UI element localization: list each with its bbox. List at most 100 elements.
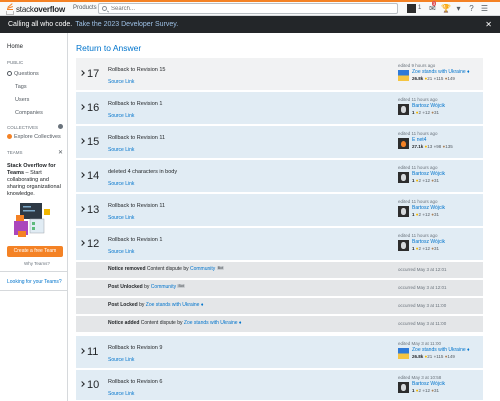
revision-row[interactable]: 13 Rollback to Revision 11 Source Link e… [76,194,483,226]
revision-row[interactable]: 11 Rollback to Revision 9 Source Link ed… [76,336,483,368]
user-avatar[interactable] [398,70,409,81]
revision-row[interactable]: 16 Rollback to Revision 1 Source Link ed… [76,92,483,124]
chevron-right-icon[interactable] [79,381,85,387]
link-link[interactable]: Link [125,215,134,221]
info-icon[interactable] [58,124,63,129]
chevron-right-icon[interactable] [79,240,85,246]
user-name[interactable]: Community [190,266,215,272]
review-icon[interactable]: ▾ [454,4,463,13]
user-name[interactable]: E net4 [412,137,426,143]
user-avatar[interactable] [398,240,409,251]
user-card: edited 9 hours ago Zoe stands with Ukrai… [398,63,480,81]
bot-badge: Bot [216,266,224,270]
link-link[interactable]: Link [125,147,134,153]
link-link[interactable]: Link [125,113,134,119]
link-link[interactable]: Link [125,181,134,187]
revision-number: 13 [87,204,100,216]
user-avatar[interactable] [398,138,409,149]
sidebar-heading-public: PUBLIC [7,60,24,65]
user-avatar[interactable] [407,4,416,13]
revision-number: 17 [87,68,100,80]
globe-icon [7,71,12,76]
sidebar-heading-collectives: COLLECTIVES [7,125,39,130]
user-card: edited 11 hours ago Bartosz Wójcik 1 ●2 … [398,97,480,115]
user-name[interactable]: Bartosz Wójcik [412,171,445,177]
user-avatar[interactable] [398,172,409,183]
user-avatar[interactable] [398,348,409,359]
user-name[interactable]: Zoe stands with Ukraine ♦ [184,320,242,326]
survey-link[interactable]: Take the 2023 Developer Survey. [75,21,178,28]
why-teams-link[interactable]: Why Teams? [24,261,50,266]
sidebar-item-tags[interactable]: Tags [15,84,27,90]
revision-links: Source Link [108,79,134,85]
source-link[interactable]: Source [108,215,124,221]
inbox-icon[interactable]: ✉ 3 [428,1,437,13]
sidebar-item-questions[interactable]: Questions [7,71,39,77]
notice-time: occurred May 3 at 12:01 [398,267,447,272]
close-icon[interactable]: ✕ [58,149,63,156]
user-name[interactable]: Bartosz Wójcik [412,205,445,211]
notice-row: Notice removed Content dispute by Commun… [76,262,483,278]
source-link[interactable]: Source [108,357,124,363]
help-icon[interactable]: ? [467,4,476,13]
source-link[interactable]: Source [108,391,124,397]
source-link[interactable]: Source [108,181,124,187]
source-link[interactable]: Source [108,79,124,85]
user-card: edited May 3 at 11:00 Zoe stands with Uk… [398,341,480,359]
sidebar-item-home[interactable]: Home [7,44,23,50]
revision-links: Source Link [108,357,134,363]
user-avatar[interactable] [398,104,409,115]
search-box[interactable] [98,3,398,14]
chevron-right-icon[interactable] [79,104,85,110]
chevron-right-icon[interactable] [79,206,85,212]
sidebar-item-companies[interactable]: Companies [15,110,43,116]
link-link[interactable]: Link [125,357,134,363]
link-link[interactable]: Link [125,249,134,255]
user-avatar[interactable] [398,382,409,393]
sidebar-item-users[interactable]: Users [15,97,29,103]
revision-comment: Rollback to Revision 11 [108,203,166,209]
source-link[interactable]: Source [108,249,124,255]
revision-number: 14 [87,170,100,182]
user-name[interactable]: Zoe stands with Ukraine ♦ [146,302,204,308]
user-name[interactable]: Community [151,284,176,290]
site-switcher-icon[interactable]: ☰ [480,4,489,13]
chevron-right-icon[interactable] [79,70,85,76]
revision-row[interactable]: 14 deleted 4 characters in body Source L… [76,160,483,192]
revision-links: Source Link [108,113,134,119]
close-icon[interactable]: ✕ [485,16,492,33]
revision-row[interactable]: 12 Rollback to Revision 1 Source Link ed… [76,228,483,260]
create-team-button[interactable]: Create a free Team [7,246,63,257]
user-name[interactable]: Zoe stands with Ukraine ♦ [412,347,470,353]
notice-text: Post Locked by Zoe stands with Ukraine ♦ [108,302,204,308]
achievements-icon[interactable]: 🏆 [441,4,451,13]
chevron-right-icon[interactable] [79,172,85,178]
sidebar-item-explore-collectives[interactable]: Explore Collectives [7,134,61,140]
search-input[interactable] [111,4,391,13]
reputation: 1 [418,5,422,11]
user-stats: 1 ●2 ●12 ●31 [412,388,440,393]
return-to-answer-link[interactable]: Return to Answer [76,43,141,53]
revision-time: edited May 3 at 11:00 [398,341,441,346]
banner-text: Calling all who code. [8,21,73,28]
link-link[interactable]: Link [125,391,134,397]
inbox-badge: 3 [432,1,437,6]
user-name[interactable]: Bartosz Wójcik [412,239,445,245]
user-card: edited 11 hours ago Bartosz Wójcik 1 ●2 … [398,233,480,251]
source-link[interactable]: Source [108,147,124,153]
chevron-right-icon[interactable] [79,348,85,354]
chevron-right-icon[interactable] [79,138,85,144]
revision-time: edited 11 hours ago [398,233,438,238]
source-link[interactable]: Source [108,113,124,119]
revision-row[interactable]: 15 Rollback to Revision 11 Source Link e… [76,126,483,158]
products-menu[interactable]: Products [73,5,97,11]
user-avatar[interactable] [398,206,409,217]
link-link[interactable]: Link [125,79,134,85]
user-name[interactable]: Bartosz Wójcik [412,381,445,387]
revision-row[interactable]: 10 Rollback to Revision 6 Source Link ed… [76,370,483,400]
user-name[interactable]: Bartosz Wójcik [412,103,445,109]
user-name[interactable]: Zoe stands with Ukraine ♦ [412,69,470,75]
stackoverflow-logo[interactable]: stackoverflow [6,2,65,16]
revision-row[interactable]: 17 Rollback to Revision 15 Source Link e… [76,58,483,90]
looking-for-teams-link[interactable]: Looking for your Teams? [0,271,68,291]
